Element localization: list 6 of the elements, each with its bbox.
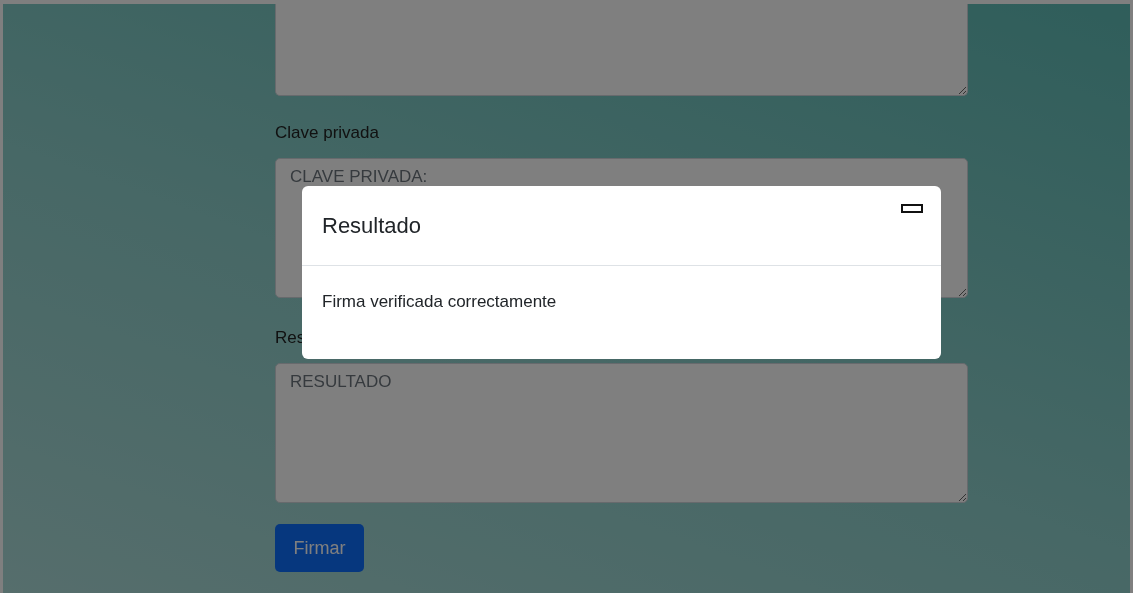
modal-title: Resultado [322, 212, 422, 239]
close-button[interactable] [901, 204, 923, 213]
modal-message: Firma verificada correctamente [322, 292, 557, 311]
text-area[interactable]: RESULTADO [275, 363, 968, 503]
submit-button[interactable]: Firmar [275, 524, 364, 572]
field-label: Clave privada [275, 122, 380, 144]
